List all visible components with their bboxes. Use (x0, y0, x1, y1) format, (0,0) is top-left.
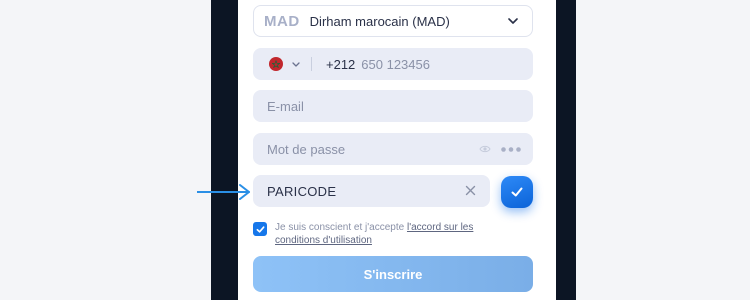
signup-button[interactable]: S'inscrire (253, 256, 533, 292)
email-field (253, 90, 533, 122)
check-icon (511, 187, 523, 197)
more-dots-icon[interactable] (501, 147, 521, 152)
phone-divider (311, 57, 312, 71)
password-input[interactable] (267, 141, 457, 157)
eye-icon[interactable] (479, 143, 491, 155)
phone-input[interactable] (361, 56, 512, 72)
screenshot-stage: MAD Dirham marocain (MAD) +212 650 12345… (0, 0, 750, 300)
close-icon[interactable] (465, 185, 476, 196)
promo-confirm-button[interactable] (501, 176, 533, 208)
dial-code: +212 (326, 56, 356, 72)
chevron-down-icon (508, 18, 518, 24)
terms-text-prefix: Je suis conscient et j'accepte (275, 222, 407, 233)
currency-name: Dirham marocain (MAD) (309, 13, 450, 29)
check-icon (256, 225, 264, 233)
terms-text: Je suis conscient et j'accepte l'accord … (275, 221, 515, 247)
country-chevron-icon[interactable] (291, 59, 301, 69)
promo-code-value: PARICODE (267, 183, 337, 199)
annotation-arrow-icon (197, 184, 250, 200)
password-field (253, 133, 533, 165)
email-input[interactable] (267, 98, 457, 114)
currency-code: MAD (264, 12, 300, 30)
morocco-flag-icon[interactable] (269, 57, 283, 71)
currency-select[interactable]: MAD Dirham marocain (MAD) (253, 5, 533, 37)
phone-field: +212 (253, 48, 533, 80)
flag-star-icon (272, 60, 280, 68)
promo-code-field[interactable]: PARICODE (253, 175, 490, 207)
terms-checkbox[interactable] (253, 222, 267, 236)
